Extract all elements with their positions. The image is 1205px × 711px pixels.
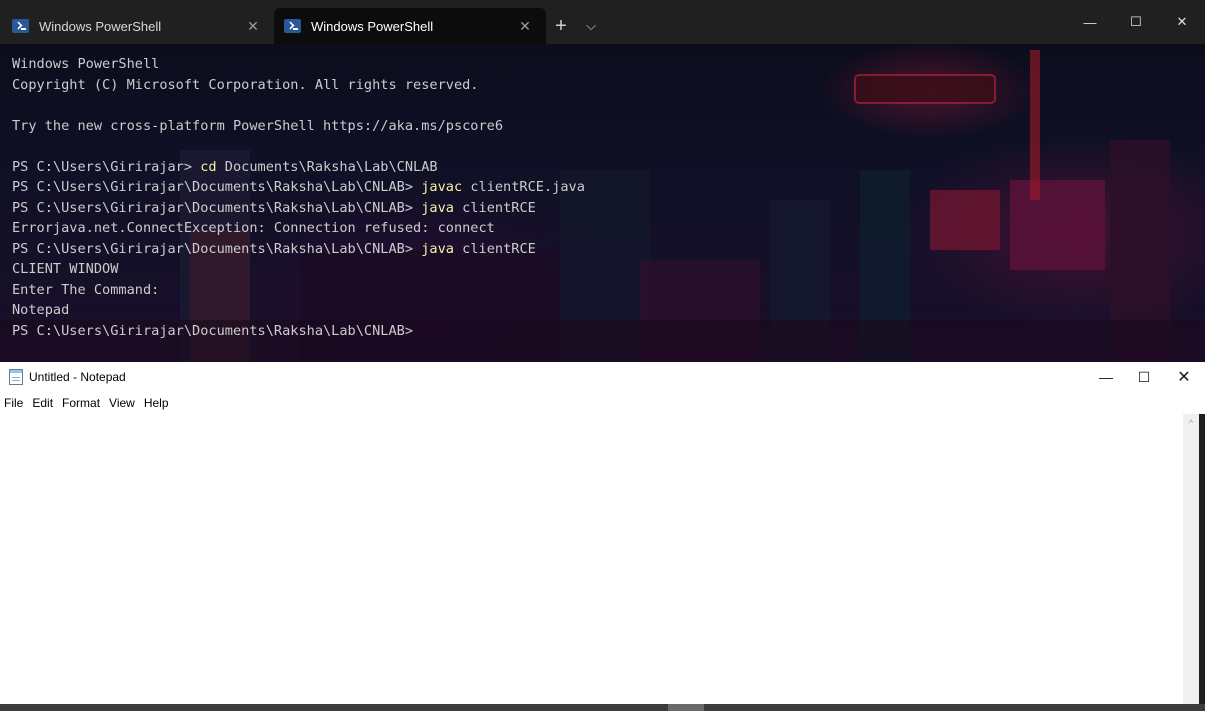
output-text: CLIENT WINDOW [12, 261, 119, 277]
terminal-line: PS C:\Users\Girirajar\Documents\Raksha\L… [12, 198, 1205, 219]
tab-bar: Windows PowerShell ✕ Windows PowerShell … [0, 0, 1205, 44]
output-text: PS C:\Users\Girirajar\Documents\Raksha\L… [12, 322, 414, 339]
command-args: clientRCE.java [462, 179, 585, 195]
command-keyword: cd [200, 158, 217, 175]
new-tab-plus-icon[interactable]: + [546, 8, 576, 44]
tab-dropdown-chevron-icon[interactable]: ⌵ [576, 8, 606, 44]
notepad-icon [9, 369, 23, 385]
terminal-line: PS C:\Users\Girirajar\Documents\Raksha\L… [12, 239, 1205, 260]
bottom-scrollbar[interactable] [0, 704, 1205, 711]
output-text: Notepad [12, 302, 70, 318]
notepad-titlebar[interactable]: Untitled - Notepad — ☐ ✕ [0, 362, 1205, 392]
scrollbar-thumb[interactable] [668, 704, 704, 711]
terminal-line: PS C:\Users\Girirajar\Documents\Raksha\L… [12, 321, 1205, 342]
notepad-title: Untitled - Notepad [29, 370, 126, 384]
tab-close-icon[interactable]: ✕ [516, 18, 534, 35]
tab-title: Windows PowerShell [311, 18, 434, 34]
menu-file[interactable]: File [0, 396, 28, 410]
tab-title: Windows PowerShell [39, 18, 162, 34]
terminal-line: Notepad [12, 300, 1205, 321]
terminal-window: Windows PowerShell ✕ Windows PowerShell … [0, 0, 1205, 362]
command-args: Documents\Raksha\Lab\CNLAB [216, 158, 438, 175]
window-edge [1199, 414, 1205, 704]
output-text: Windows PowerShell [12, 56, 160, 72]
terminal-line: Errorjava.net.ConnectException: Connecti… [12, 218, 1205, 239]
output-text: Try the new cross-platform PowerShell ht… [12, 117, 504, 134]
prompt-text: PS C:\Users\Girirajar\Documents\Raksha\L… [12, 199, 422, 216]
tab-windows-powershell-1[interactable]: Windows PowerShell ✕ [2, 8, 274, 44]
menu-view[interactable]: View [105, 396, 140, 410]
maximize-icon[interactable]: ☐ [1113, 0, 1159, 44]
scroll-up-arrow-icon[interactable]: ^ [1183, 414, 1199, 431]
output-text: Errorjava.net.ConnectException: Connecti… [12, 220, 495, 236]
powershell-icon [284, 19, 301, 33]
minimize-icon[interactable]: — [1087, 362, 1125, 392]
prompt-text: PS C:\Users\Girirajar\Documents\Raksha\L… [12, 240, 422, 257]
terminal-window-controls: — ☐ ✕ [1067, 0, 1205, 44]
vertical-scrollbar[interactable]: ^ [1183, 414, 1199, 704]
powershell-icon [12, 19, 29, 33]
maximize-icon[interactable]: ☐ [1125, 362, 1163, 392]
command-keyword: java [421, 240, 454, 257]
output-text: Copyright (C) Microsoft Corporation. All… [12, 76, 479, 93]
command-args: clientRCE [453, 240, 536, 257]
menu-edit[interactable]: Edit [28, 396, 58, 410]
notepad-text-input[interactable] [0, 414, 1183, 704]
command-keyword: javac [421, 179, 463, 195]
prompt-text: PS C:\Users\Girirajar\Documents\Raksha\L… [12, 179, 422, 195]
terminal-line: Copyright (C) Microsoft Corporation. All… [12, 75, 1205, 96]
notepad-edit-area [0, 414, 1183, 704]
menu-help[interactable]: Help [140, 396, 174, 410]
terminal-output[interactable]: Windows PowerShell Copyright (C) Microsof… [12, 54, 1205, 341]
tab-windows-powershell-2[interactable]: Windows PowerShell ✕ [274, 8, 546, 44]
notepad-menubar: File Edit Format View Help [0, 392, 1205, 415]
close-icon[interactable]: ✕ [1159, 0, 1205, 44]
terminal-line: PS C:\Users\Girirajar\Documents\Raksha\L… [12, 177, 1205, 198]
terminal-line: CLIENT WINDOW [12, 259, 1205, 280]
terminal-line: PS C:\Users\Girirajar> cd Documents\Raks… [12, 157, 1205, 178]
command-keyword: java [421, 199, 454, 216]
notepad-window: Untitled - Notepad — ☐ ✕ File Edit Forma… [0, 362, 1205, 711]
terminal-line: Try the new cross-platform PowerShell ht… [12, 116, 1205, 137]
terminal-line: Windows PowerShell [12, 54, 1205, 75]
close-icon[interactable]: ✕ [1163, 362, 1205, 392]
command-args: clientRCE [453, 199, 536, 216]
minimize-icon[interactable]: — [1067, 0, 1113, 44]
prompt-text: PS C:\Users\Girirajar> [12, 158, 201, 175]
notepad-window-controls: — ☐ ✕ [1087, 362, 1205, 392]
menu-format[interactable]: Format [58, 396, 105, 410]
terminal-line: Enter The Command: [12, 280, 1205, 301]
tab-close-icon[interactable]: ✕ [244, 18, 262, 35]
output-text: Enter The Command: [12, 281, 160, 298]
